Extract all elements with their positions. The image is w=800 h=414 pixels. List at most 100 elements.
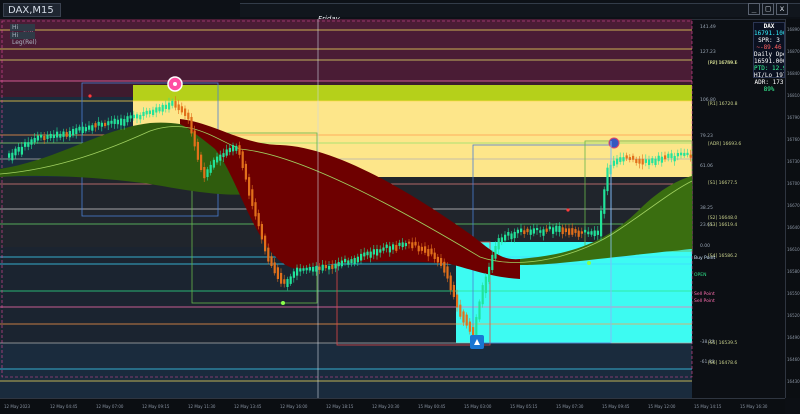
candle-body	[59, 133, 62, 138]
chart-title-tab[interactable]: DAX,M15	[3, 3, 61, 17]
candle-body	[116, 119, 119, 125]
time-tick: 12 May 11:30	[188, 404, 216, 409]
price-tick: 16610.4	[787, 247, 800, 252]
price-tick: 16870.4	[787, 49, 800, 54]
level-label: 79.23	[700, 133, 713, 139]
level-label: [S6] 16478.6	[708, 360, 737, 366]
chart-window: DAX,M15 Friday _ □ x	[0, 0, 800, 414]
candle-body	[324, 264, 327, 269]
time-tick: 12 May 04:45	[50, 404, 78, 409]
zone-label: OPEN	[694, 272, 706, 278]
candle-body	[667, 153, 670, 158]
close-button[interactable]: x	[776, 3, 788, 15]
candle-body	[81, 126, 84, 133]
zone-label: Sell Point	[694, 291, 715, 297]
candle-body	[356, 256, 359, 263]
minimize-button[interactable]: _	[748, 3, 760, 15]
level-label: 141.49	[700, 24, 716, 30]
candle-body	[289, 276, 292, 284]
candle-body	[107, 121, 110, 126]
price-chart[interactable]: 141.49 [PP] 16789.1 127.23 [R2] 16759.6 106.…	[0, 19, 800, 413]
candle-body	[347, 260, 350, 265]
candle-body	[360, 253, 363, 261]
time-tick: 15 May 14:15	[694, 404, 722, 409]
candle-body	[484, 276, 487, 294]
swing-low-dot-2	[587, 261, 591, 265]
candle-body	[440, 258, 443, 266]
candle-body	[257, 213, 260, 227]
time-tick: 15 May 07:30	[556, 404, 584, 409]
level-label: [ADR] 16693.6	[708, 141, 741, 147]
time-tick: 12 May 07:00	[96, 404, 124, 409]
candle-body	[510, 233, 513, 240]
chart-canvas[interactable]: 141.49[PP] 16789.1127.23[R2] 16759.6106.…	[0, 19, 785, 398]
candle-body	[36, 135, 39, 141]
candle-body	[436, 256, 439, 263]
candle-body	[56, 131, 59, 138]
candle-body	[424, 246, 427, 253]
candle-body	[616, 158, 619, 165]
candle-body	[72, 128, 75, 136]
info-adr: ADR: 173	[754, 79, 784, 86]
price-tick: 16790.8	[787, 115, 800, 120]
candle-body	[308, 267, 311, 271]
candle-body	[222, 153, 225, 158]
candle-body	[366, 251, 369, 256]
time-tick: 15 May 12:00	[648, 404, 676, 409]
candle-body	[110, 120, 113, 124]
candle-body	[408, 241, 411, 244]
price-tick: 16550.9	[787, 291, 800, 296]
candle-body	[520, 228, 523, 233]
leg-button-rel[interactable]: Hi Leg(Rel)	[10, 32, 37, 46]
restore-button[interactable]: □	[762, 3, 774, 15]
candle-body	[62, 131, 65, 137]
candle-body	[216, 156, 219, 163]
candle-body	[673, 155, 676, 162]
candle-body	[411, 242, 414, 249]
swing-high-dot	[88, 94, 92, 98]
candle-body	[638, 158, 641, 164]
leg-button-hi[interactable]: Hi Leg(Hi)	[10, 24, 35, 38]
time-axis[interactable]: 12 May 2023 12 May 04:45 12 May 07:00 12 Ma…	[0, 398, 785, 414]
candle-body	[404, 243, 407, 247]
candle-body	[494, 246, 497, 259]
resistance-zone	[0, 19, 692, 81]
candle-body	[260, 223, 263, 240]
candle-body	[168, 102, 171, 110]
candle-body	[161, 104, 164, 112]
price-tick: 16760.0	[787, 137, 800, 142]
time-tick: 12 May 13:45	[234, 404, 262, 409]
candle-body	[513, 231, 516, 239]
candle-body	[664, 155, 667, 160]
price-axis[interactable]: 16890.1 16870.4 16840.2 16810.6 16790.8 16760…	[785, 19, 800, 398]
candle-body	[340, 260, 343, 267]
candle-body	[219, 154, 222, 161]
level-label: 127.23	[700, 49, 716, 55]
candle-body	[17, 146, 20, 152]
candle-body	[564, 228, 567, 233]
title-bar: DAX,M15 Friday _ □ x	[0, 0, 800, 23]
candle-body	[353, 257, 356, 264]
candle-body	[632, 155, 635, 160]
candle-body	[113, 118, 116, 125]
candle-body	[462, 311, 465, 323]
level-label: 38.25	[700, 205, 713, 211]
candle-body	[241, 151, 244, 168]
info-pct: 89%	[763, 86, 775, 93]
candle-body	[465, 314, 468, 326]
candle-body	[145, 110, 148, 115]
candle-body	[187, 112, 190, 120]
candle-body	[251, 189, 254, 206]
candle-body	[420, 246, 423, 251]
candle-body	[8, 153, 11, 158]
candle-body	[497, 238, 500, 250]
candle-body	[388, 246, 391, 253]
candle-body	[132, 114, 135, 119]
candle-body	[571, 228, 574, 235]
candle-body	[206, 169, 209, 178]
price-tick: 16430.0	[787, 379, 800, 384]
price-tick: 16810.6	[787, 93, 800, 98]
candle-body	[478, 301, 481, 320]
candle-body	[414, 241, 417, 246]
candle-body	[232, 145, 235, 152]
